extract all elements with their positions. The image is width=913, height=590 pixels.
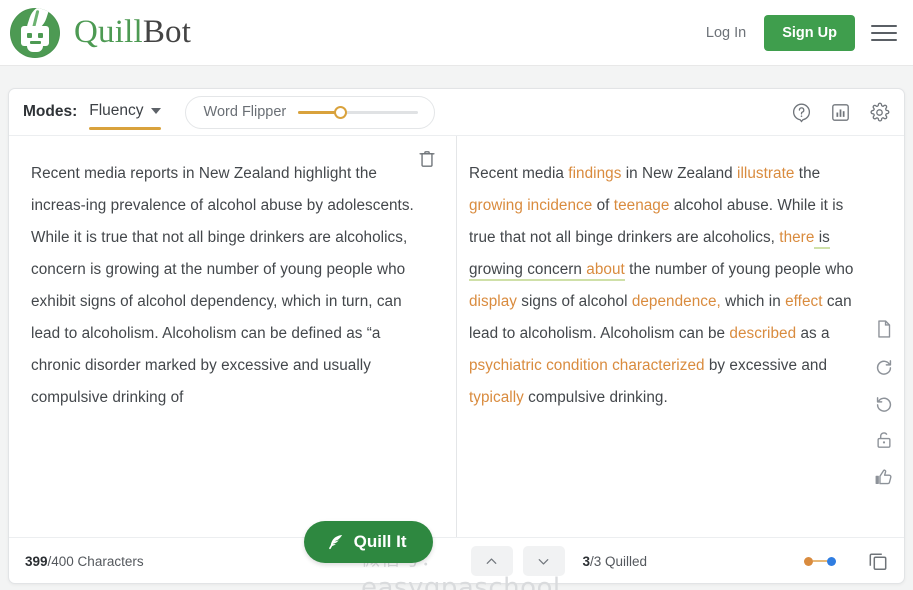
- login-link[interactable]: Log In: [692, 19, 760, 47]
- character-count: 399/400 Characters: [25, 554, 144, 569]
- paraphraser-card: Modes: Fluency Word Flipper Recent media…: [8, 88, 905, 590]
- chevron-down-icon: [535, 553, 552, 570]
- output-segment[interactable]: dependence,: [632, 293, 721, 310]
- quilled-count-total: /3 Quilled: [590, 553, 648, 569]
- undo-icon[interactable]: [873, 392, 895, 414]
- word-flipper-control[interactable]: Word Flipper: [184, 95, 436, 129]
- legend-dot-blue: [827, 556, 836, 566]
- chevron-down-icon: [150, 107, 161, 114]
- trash-icon[interactable]: [416, 148, 438, 170]
- legend-dot-orange: [804, 556, 813, 566]
- output-segment[interactable]: the number of young people who: [625, 261, 854, 278]
- redo-icon[interactable]: [873, 355, 895, 377]
- brand-name-part1: Quill: [74, 14, 143, 50]
- character-count-current: 399: [25, 553, 48, 569]
- modes-toolbar: Modes: Fluency Word Flipper: [9, 89, 904, 136]
- output-panel[interactable]: Recent media findings in New Zealand ill…: [457, 136, 904, 537]
- output-segment[interactable]: is: [814, 229, 830, 249]
- output-segment[interactable]: typically: [469, 389, 524, 406]
- output-action-rail: [864, 318, 904, 488]
- mode-active-underline: [89, 126, 161, 130]
- brand-logo[interactable]: QuillBot: [10, 7, 191, 58]
- brand-name: QuillBot: [74, 14, 191, 51]
- output-segment[interactable]: of: [592, 197, 613, 214]
- output-segment[interactable]: growing concern: [469, 261, 582, 281]
- header-actions: Log In Sign Up: [692, 14, 913, 51]
- output-text[interactable]: Recent media findings in New Zealand ill…: [457, 136, 904, 414]
- output-segment[interactable]: by excessive and: [705, 357, 827, 374]
- quillbot-app: QuillBot Log In Sign Up Modes: Fluency W…: [0, 0, 913, 590]
- legend-connector: [813, 560, 827, 562]
- slider-fill: [298, 110, 340, 114]
- card-footer: 399/400 Characters Quill It 3/3 Quilled: [9, 521, 905, 584]
- output-segment[interactable]: compulsive drinking.: [524, 389, 668, 406]
- chevron-up-icon: [483, 553, 500, 570]
- thumbs-up-icon[interactable]: [873, 466, 895, 488]
- lock-icon[interactable]: [873, 429, 895, 451]
- editor-panels: Recent media reports in New Zealand high…: [9, 136, 904, 590]
- output-segment[interactable]: about: [582, 261, 625, 281]
- quillbot-robot-logo-icon: [10, 7, 60, 58]
- quilled-count-current: 3: [582, 553, 591, 569]
- slider-tick: [372, 111, 381, 113]
- quill-it-button[interactable]: Quill It: [303, 521, 433, 563]
- output-segment[interactable]: growing incidence: [469, 197, 592, 214]
- output-segment[interactable]: findings: [568, 165, 621, 182]
- character-count-limit: /400 Characters: [47, 553, 144, 569]
- output-segment[interactable]: Recent media: [469, 165, 568, 182]
- output-segment[interactable]: the: [794, 165, 820, 182]
- modes-label: Modes:: [23, 103, 78, 120]
- output-segment[interactable]: described: [729, 325, 796, 342]
- output-segment[interactable]: in New Zealand: [621, 165, 737, 182]
- input-footer: 399/400 Characters Quill It: [9, 521, 457, 584]
- hamburger-menu-icon[interactable]: [871, 18, 901, 48]
- output-segment[interactable]: as a: [796, 325, 829, 342]
- input-panel[interactable]: Recent media reports in New Zealand high…: [9, 136, 456, 537]
- output-segment[interactable]: teenage: [614, 197, 670, 214]
- quilled-count: 3/3 Quilled: [583, 554, 648, 569]
- quill-pen-icon: [326, 533, 345, 552]
- slider-thumb[interactable]: [334, 105, 348, 119]
- output-segment[interactable]: psychiatric condition characterized: [469, 357, 705, 374]
- input-text[interactable]: Recent media reports in New Zealand high…: [9, 136, 456, 414]
- output-segment[interactable]: display: [469, 293, 517, 310]
- quill-it-label: Quill It: [353, 532, 407, 551]
- mode-dropdown[interactable]: Fluency: [89, 101, 161, 130]
- output-segment[interactable]: signs of alcohol: [517, 293, 632, 310]
- output-segment[interactable]: effect: [785, 293, 822, 310]
- next-result-button[interactable]: [522, 546, 565, 576]
- output-segment[interactable]: which in: [721, 293, 785, 310]
- word-flipper-slider[interactable]: [298, 105, 419, 119]
- output-segment[interactable]: there: [779, 229, 814, 246]
- help-icon[interactable]: [791, 102, 812, 123]
- document-icon[interactable]: [873, 318, 895, 340]
- app-header: QuillBot Log In Sign Up: [0, 0, 913, 66]
- gear-icon[interactable]: [869, 102, 890, 123]
- output-segment[interactable]: illustrate: [737, 165, 794, 182]
- toolbar-icon-group: [791, 102, 890, 123]
- previous-result-button[interactable]: [470, 546, 513, 576]
- stats-icon[interactable]: [830, 102, 851, 123]
- signup-button[interactable]: Sign Up: [764, 14, 855, 51]
- color-toggle-icon[interactable]: [804, 556, 836, 566]
- copy-icon[interactable]: [866, 549, 890, 573]
- output-footer: 3/3 Quilled: [457, 538, 905, 584]
- brand-name-part2: Bot: [142, 14, 192, 50]
- mode-dropdown-value: Fluency: [89, 101, 144, 119]
- word-flipper-label: Word Flipper: [203, 104, 287, 120]
